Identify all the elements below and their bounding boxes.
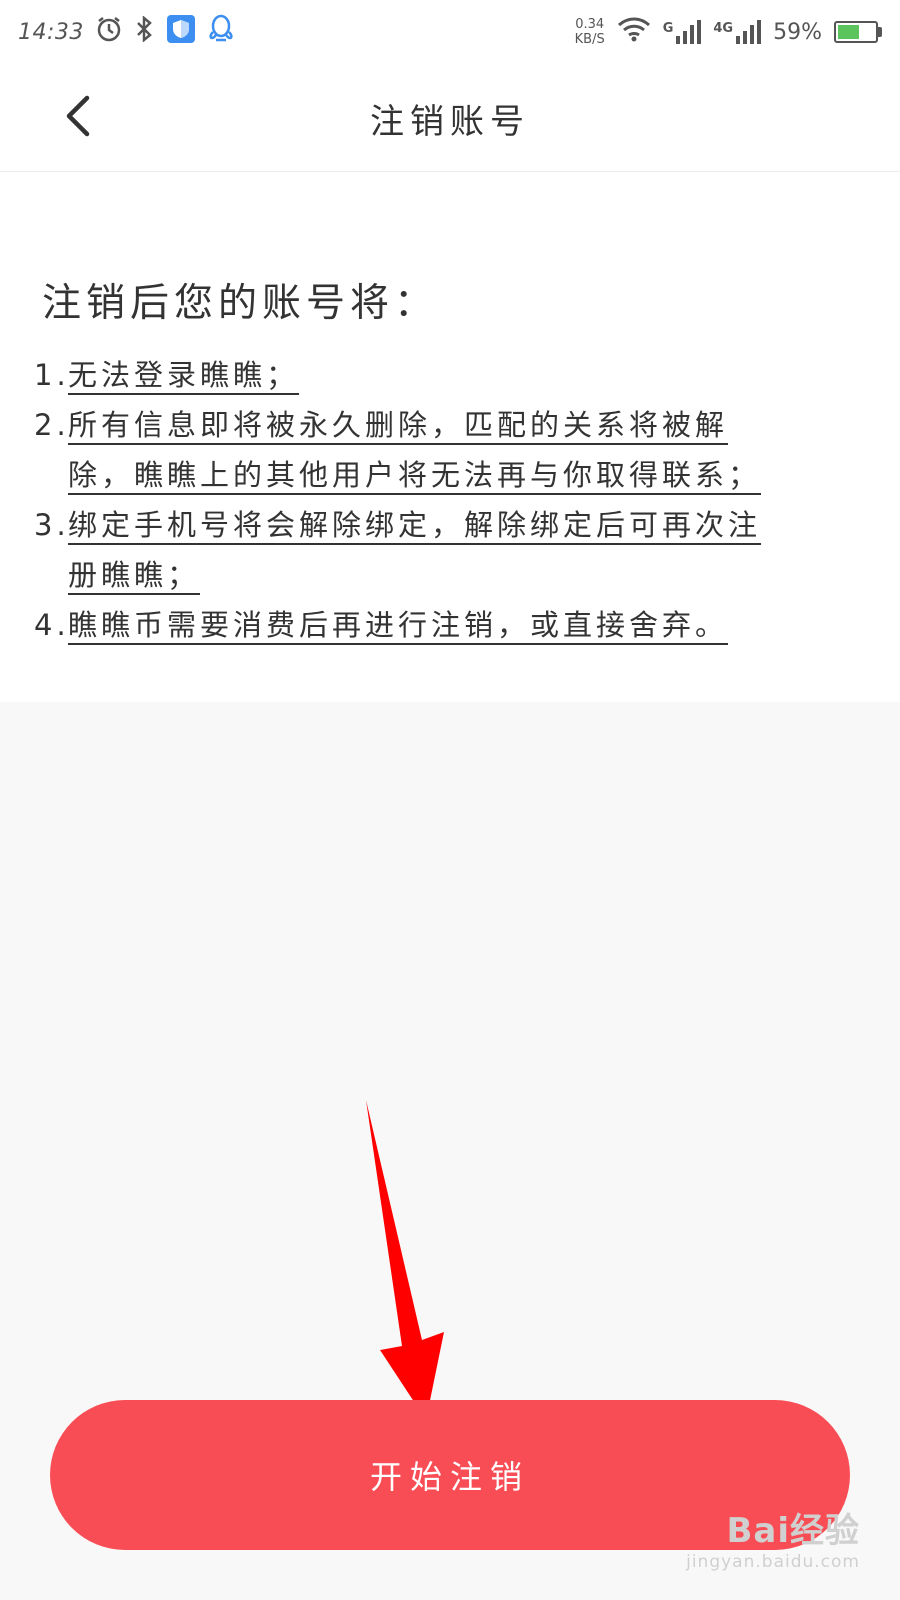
rule-text: 瞧瞧币需要消费后再进行注销，或直接舍弃。 xyxy=(68,608,729,642)
shield-icon xyxy=(166,14,196,50)
wifi-icon xyxy=(617,16,651,48)
rule-item: 3. 绑定手机号将会解除绑定，解除绑定后可再次注册瞧瞧； xyxy=(34,500,774,600)
watermark-sub: jingyan.baidu.com xyxy=(686,1552,860,1572)
annotation-arrow-icon xyxy=(366,1100,444,1420)
net-speed-unit: KB/S xyxy=(574,32,605,47)
bluetooth-icon xyxy=(134,15,154,48)
qq-icon xyxy=(208,14,234,50)
net-speed-value: 0.34 xyxy=(575,17,605,32)
battery-fill xyxy=(838,25,860,39)
signal-icon: G xyxy=(663,19,702,45)
rule-number: 3. xyxy=(34,508,70,542)
net-speed: 0.34 KB/S xyxy=(575,17,605,47)
signal-icon-2: 4G xyxy=(713,19,762,45)
rule-number: 4. xyxy=(34,608,70,642)
content-panel: 注销后您的账号将： 1. 无法登录瞧瞧； 2. 所有信息即将被永久删除，匹配的关… xyxy=(0,172,900,702)
page-title: 注销账号 xyxy=(370,102,530,142)
rule-number: 2. xyxy=(34,408,70,442)
network-type-2: 4G xyxy=(713,21,734,36)
rule-text: 无法登录瞧瞧； xyxy=(68,358,300,392)
rule-item: 1. 无法登录瞧瞧； xyxy=(34,350,774,400)
rule-item: 2. 所有信息即将被永久删除，匹配的关系将被解除，瞧瞧上的其他用户将无法再与你取… xyxy=(34,400,774,500)
status-bar: 14:33 0.34 KB/S G 4G 59% xyxy=(0,0,900,64)
network-type-1: G xyxy=(662,21,674,36)
battery-icon xyxy=(834,21,882,43)
baidu-watermark: Bai经验 jingyan.baidu.com xyxy=(686,1503,860,1572)
status-time: 14:33 xyxy=(18,19,84,45)
watermark-main: Bai经验 xyxy=(726,1511,860,1551)
rule-text: 所有信息即将被永久删除，匹配的关系将被解除，瞧瞧上的其他用户将无法再与你取得联系… xyxy=(68,408,762,492)
battery-percent: 59% xyxy=(773,19,822,45)
notice-heading: 注销后您的账号将： xyxy=(42,281,439,326)
nav-bar: 注销账号 xyxy=(0,64,900,172)
rules-list: 1. 无法登录瞧瞧； 2. 所有信息即将被永久删除，匹配的关系将被解除，瞧瞧上的… xyxy=(34,350,774,650)
rule-number: 1. xyxy=(34,358,70,392)
alarm-icon xyxy=(96,16,122,48)
rule-text: 绑定手机号将会解除绑定，解除绑定后可再次注册瞧瞧； xyxy=(68,508,762,592)
rule-item: 4. 瞧瞧币需要消费后再进行注销，或直接舍弃。 xyxy=(34,600,774,650)
